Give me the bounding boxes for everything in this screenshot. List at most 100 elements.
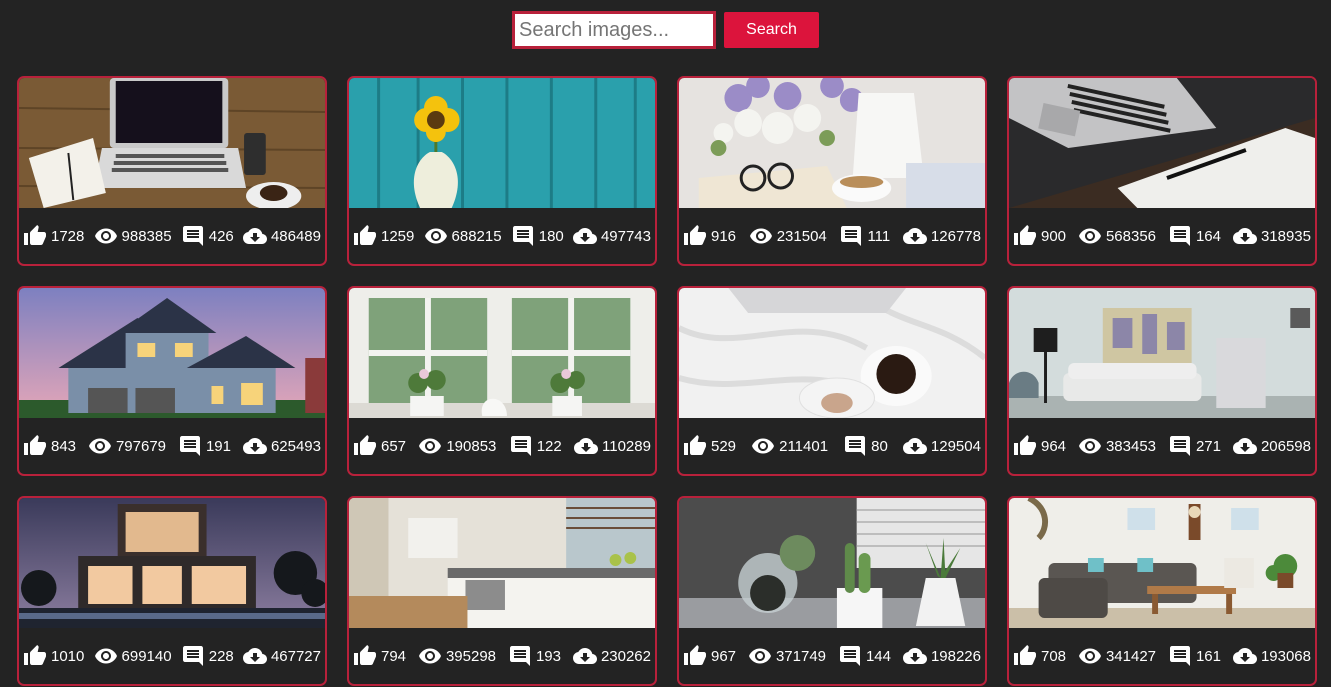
- eye-icon: [94, 224, 118, 248]
- comments-stat: 426: [181, 224, 234, 248]
- eye-icon: [749, 224, 773, 248]
- lilacs-book-glasses-teacup-photo[interactable]: [679, 78, 985, 208]
- views-count: 699140: [121, 647, 172, 665]
- likes-count: 1010: [51, 647, 85, 665]
- comments-count: 144: [865, 647, 891, 665]
- image-stats: 843 797679 191 625493: [19, 418, 325, 474]
- thumbs-up-icon: [23, 434, 47, 458]
- cloud-download-icon: [572, 224, 597, 248]
- eye-icon: [1078, 434, 1102, 458]
- image-stats: 794 395298 193 230262: [349, 628, 655, 684]
- cactus-succulents-photo[interactable]: [679, 498, 985, 628]
- views-count: 395298: [445, 647, 497, 665]
- downloads-count: 486489: [270, 227, 321, 245]
- comments-stat: 228: [181, 644, 234, 668]
- image-card[interactable]: 900 568356 164 318935: [1007, 76, 1317, 266]
- cloud-download-icon: [1232, 644, 1257, 668]
- image-card[interactable]: 843 797679 191 625493: [17, 286, 327, 476]
- sunflower-vase-teal-wall-photo[interactable]: [349, 78, 655, 208]
- views-stat: 383453: [1078, 434, 1156, 458]
- laptop-notebook-pen-photo[interactable]: [1009, 78, 1315, 208]
- comment-icon: [1168, 434, 1192, 458]
- comments-count: 271: [1195, 437, 1221, 455]
- cloud-download-icon: [574, 434, 599, 458]
- image-stats: 529 211401 80 129504: [679, 418, 985, 474]
- likes-stat: 1010: [23, 644, 84, 668]
- likes-count: 657: [381, 437, 407, 455]
- image-stats: 1259 688215 180 497743: [349, 208, 655, 264]
- comment-icon: [838, 644, 862, 668]
- comment-icon: [839, 224, 863, 248]
- comments-count: 161: [1195, 647, 1221, 665]
- downloads-stat: 110289: [574, 434, 651, 458]
- cloud-download-icon: [1232, 434, 1257, 458]
- comment-icon: [181, 224, 205, 248]
- comments-count: 228: [208, 647, 234, 665]
- comments-count: 122: [536, 437, 562, 455]
- eye-icon: [418, 434, 442, 458]
- image-card[interactable]: 1010 699140 228 467727: [17, 496, 327, 686]
- image-card[interactable]: 1728 988385 426 486489: [17, 76, 327, 266]
- eye-icon: [418, 644, 442, 668]
- views-count: 341427: [1105, 647, 1157, 665]
- image-card[interactable]: 964 383453 271 206598: [1007, 286, 1317, 476]
- cozy-living-room-photo[interactable]: [1009, 498, 1315, 628]
- image-stats: 657 190853 122 110289: [349, 418, 655, 474]
- search-button[interactable]: Search: [724, 12, 819, 48]
- downloads-stat: 467727: [242, 644, 321, 668]
- downloads-stat: 230262: [572, 644, 651, 668]
- views-count: 797679: [115, 437, 167, 455]
- comments-stat: 180: [511, 224, 564, 248]
- likes-stat: 843: [23, 434, 76, 458]
- image-stats: 708 341427 161 193068: [1009, 628, 1315, 684]
- likes-count: 900: [1041, 227, 1067, 245]
- likes-count: 964: [1041, 437, 1067, 455]
- thumbs-up-icon: [23, 644, 47, 668]
- comments-stat: 80: [843, 434, 888, 458]
- eye-icon: [748, 644, 772, 668]
- downloads-stat: 625493: [242, 434, 321, 458]
- image-card[interactable]: 529 211401 80 129504: [677, 286, 987, 476]
- downloads-count: 318935: [1260, 227, 1311, 245]
- comment-icon: [511, 224, 535, 248]
- image-card[interactable]: 967 371749 144 198226: [677, 496, 987, 686]
- downloads-count: 198226: [930, 647, 981, 665]
- white-kitchen-photo[interactable]: [349, 498, 655, 628]
- image-stats: 1010 699140 228 467727: [19, 628, 325, 684]
- views-stat: 988385: [94, 224, 172, 248]
- search-input[interactable]: [512, 11, 716, 49]
- eye-icon: [1078, 644, 1102, 668]
- image-card[interactable]: 794 395298 193 230262: [347, 496, 657, 686]
- house-at-dusk-photo[interactable]: [19, 288, 325, 418]
- likes-count: 708: [1041, 647, 1067, 665]
- comment-icon: [1168, 644, 1192, 668]
- downloads-stat: 318935: [1232, 224, 1311, 248]
- views-stat: 231504: [749, 224, 827, 248]
- comments-stat: 271: [1168, 434, 1221, 458]
- comments-count: 111: [867, 227, 891, 245]
- thumbs-up-icon: [1013, 644, 1037, 668]
- comments-stat: 111: [839, 224, 890, 248]
- image-card[interactable]: 1259 688215 180 497743: [347, 76, 657, 266]
- views-stat: 371749: [748, 644, 826, 668]
- likes-count: 967: [711, 647, 737, 665]
- image-card[interactable]: 916 231504 111 126778: [677, 76, 987, 266]
- views-count: 371749: [775, 647, 827, 665]
- eye-icon: [1078, 224, 1102, 248]
- thumbs-up-icon: [1013, 224, 1037, 248]
- modern-house-night-photo[interactable]: [19, 498, 325, 628]
- downloads-stat: 198226: [902, 644, 981, 668]
- comment-icon: [508, 644, 532, 668]
- image-card[interactable]: 657 190853 122 110289: [347, 286, 657, 476]
- likes-stat: 967: [683, 644, 736, 668]
- downloads-count: 497743: [600, 227, 651, 245]
- coffee-on-white-bed-photo[interactable]: [679, 288, 985, 418]
- image-card[interactable]: 708 341427 161 193068: [1007, 496, 1317, 686]
- likes-stat: 529: [683, 434, 736, 458]
- window-flower-pots-photo[interactable]: [349, 288, 655, 418]
- downloads-stat: 193068: [1232, 644, 1311, 668]
- comments-stat: 191: [178, 434, 231, 458]
- living-room-sofa-lamp-photo[interactable]: [1009, 288, 1315, 418]
- laptop-on-wooden-desk-photo[interactable]: [19, 78, 325, 208]
- views-stat: 699140: [94, 644, 172, 668]
